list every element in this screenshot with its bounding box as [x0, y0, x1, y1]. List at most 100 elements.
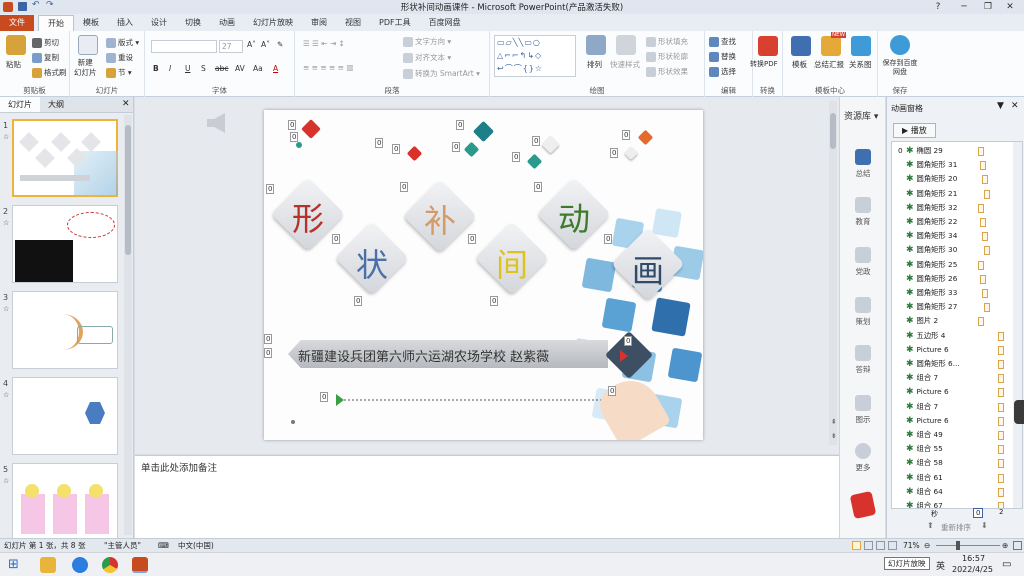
- reorder-down-icon[interactable]: ⬇: [981, 521, 988, 530]
- title-char-3[interactable]: 补: [410, 196, 470, 242]
- animation-item[interactable]: ✱ 圆角矩形 20: [898, 172, 1016, 186]
- animation-item[interactable]: ✱ 圆角矩形 22: [898, 215, 1016, 229]
- section-button[interactable]: 节 ▾: [106, 67, 132, 78]
- timing-bar[interactable]: [998, 473, 1004, 483]
- bold-button[interactable]: B: [153, 64, 159, 73]
- anim-tag[interactable]: 0: [354, 296, 363, 306]
- animation-item[interactable]: ✱ 圆角矩形 31: [898, 158, 1016, 172]
- fit-window-button[interactable]: [1013, 541, 1022, 550]
- animation-item[interactable]: ✱ 圆角矩形 6...: [898, 357, 1016, 371]
- animation-item[interactable]: ✱ 圆角矩形 25: [898, 258, 1016, 272]
- animation-item[interactable]: ✱ 圆角矩形 21: [898, 187, 1016, 201]
- report-button[interactable]: 总结汇报: [814, 59, 844, 70]
- editor-scroll-thumb[interactable]: [830, 113, 836, 149]
- timeline-end[interactable]: 2: [999, 508, 1003, 516]
- start-icon[interactable]: ⊞: [8, 558, 19, 572]
- title-char-2[interactable]: 状: [342, 240, 402, 286]
- subtitle-text[interactable]: 新疆建设兵团第六师六运湖农场学校 赵紫薇: [298, 346, 549, 365]
- anim-tag[interactable]: 0: [264, 348, 273, 358]
- slideshow-view-button[interactable]: [888, 541, 897, 550]
- anim-tag[interactable]: 0: [320, 392, 329, 402]
- tab-pdf-tools[interactable]: PDF工具: [370, 15, 420, 31]
- red-envelope-icon[interactable]: [849, 490, 877, 520]
- shapes-gallery[interactable]: ▭▱╲╲▭○ △⌐⌐↰↳◇ ↩⌒⌒{}☆: [494, 35, 576, 77]
- italic-button[interactable]: I: [169, 64, 171, 73]
- arrange-icon[interactable]: [586, 35, 606, 55]
- tab-templates[interactable]: 模板: [74, 15, 108, 31]
- timing-bar[interactable]: [998, 345, 1004, 355]
- animation-item[interactable]: ✱ 组合 49: [898, 428, 1016, 442]
- powerpoint-icon[interactable]: [132, 557, 148, 573]
- timing-bar[interactable]: [978, 317, 984, 327]
- tab-design[interactable]: 设计: [142, 15, 176, 31]
- close-pane-icon[interactable]: ✕: [122, 99, 130, 109]
- zoom-slider[interactable]: [936, 545, 1000, 546]
- tab-file[interactable]: 文件: [0, 15, 34, 31]
- title-char-5[interactable]: 动: [544, 194, 604, 240]
- title-char-4[interactable]: 间: [482, 240, 542, 286]
- animation-item[interactable]: ✱ 组合 7: [898, 371, 1016, 385]
- animation-item[interactable]: ✱ 圆角矩形 32: [898, 201, 1016, 215]
- timing-bar[interactable]: [998, 445, 1004, 455]
- baidu-cloud-icon[interactable]: [890, 35, 910, 55]
- editor-scrollbar[interactable]: [829, 101, 837, 445]
- timing-bar[interactable]: [998, 388, 1004, 398]
- timing-bar[interactable]: [998, 487, 1004, 497]
- normal-view-button[interactable]: [852, 541, 861, 550]
- zoom-in-button[interactable]: ⊕: [1002, 539, 1008, 552]
- tab-insert[interactable]: 插入: [108, 15, 142, 31]
- slide-thumbnail-1[interactable]: [12, 119, 118, 197]
- resource-more[interactable]: 更多: [840, 443, 886, 473]
- pane-close-icon[interactable]: ✕: [1011, 101, 1019, 111]
- animation-item[interactable]: ✱ Picture 6: [898, 385, 1016, 399]
- slide-thumbnail-5[interactable]: [12, 463, 118, 541]
- animation-item[interactable]: ✱ 五边形 4: [898, 329, 1016, 343]
- quick-styles-button[interactable]: 快速样式: [610, 59, 640, 70]
- timing-bar[interactable]: [998, 360, 1004, 369]
- timing-bar[interactable]: [984, 246, 990, 256]
- resource-header[interactable]: 资源库 ▾: [844, 109, 878, 122]
- notes-pane[interactable]: 单击此处添加备注: [135, 455, 839, 539]
- anim-tag[interactable]: 0: [610, 148, 619, 158]
- clock-date[interactable]: 2022/4/25: [952, 565, 993, 574]
- tab-slideshow[interactable]: 幻灯片放映: [244, 15, 302, 31]
- anim-tag[interactable]: 0: [266, 184, 275, 194]
- underline-button[interactable]: U: [185, 64, 191, 73]
- language[interactable]: 中文(中国): [178, 539, 214, 552]
- animation-item[interactable]: ✱ 圆角矩形 33: [898, 286, 1016, 300]
- tab-view[interactable]: 视图: [336, 15, 370, 31]
- format-painter-button[interactable]: 格式刷: [32, 67, 67, 78]
- select-button[interactable]: 选择: [709, 66, 736, 77]
- anim-tag[interactable]: 0: [456, 120, 465, 130]
- resource-planning[interactable]: 策划: [840, 297, 886, 327]
- shadow-button[interactable]: S: [201, 64, 206, 73]
- paste-button[interactable]: 粘贴: [6, 59, 21, 70]
- motion-path[interactable]: [334, 392, 634, 408]
- tab-slides[interactable]: 幻灯片: [0, 97, 40, 112]
- anim-list-scrollbar[interactable]: [1013, 142, 1022, 508]
- prev-slide-button[interactable]: ⇞: [831, 418, 837, 426]
- cut-button[interactable]: 剪切: [32, 37, 59, 48]
- slide-thumbnail-2[interactable]: [12, 205, 118, 283]
- anim-tag[interactable]: 0: [532, 136, 541, 146]
- timing-bar[interactable]: [998, 416, 1004, 426]
- pane-menu-icon[interactable]: ▼: [997, 101, 1004, 111]
- timing-bar[interactable]: [980, 218, 986, 227]
- shape-outline-button[interactable]: 形状轮廓: [646, 51, 688, 62]
- reorder-up-icon[interactable]: ⬆: [927, 521, 934, 530]
- anim-tag[interactable]: 0: [490, 296, 499, 306]
- bullets-button[interactable]: ☰ ☰ ⇤ ⇥ ↕: [303, 39, 345, 48]
- animation-item[interactable]: 0 ✱ 椭圆 29: [898, 144, 1016, 158]
- text-direction-button[interactable]: 文字方向 ▾: [403, 36, 451, 47]
- timing-bar[interactable]: [998, 331, 1004, 341]
- anim-tag[interactable]: 0: [375, 138, 384, 148]
- zoom-slider-thumb[interactable]: [956, 541, 960, 550]
- notification-icon[interactable]: ▭: [1002, 559, 1011, 570]
- arrange-button[interactable]: 排列: [587, 59, 602, 70]
- pdf-icon[interactable]: [758, 36, 778, 56]
- align-buttons[interactable]: ≡ ≡ ≡ ≡ ≡ ▥: [303, 63, 353, 72]
- speaker-icon[interactable]: [207, 113, 225, 133]
- reading-view-button[interactable]: [876, 541, 885, 550]
- timing-bar[interactable]: [978, 203, 984, 213]
- timing-bar[interactable]: [982, 289, 988, 298]
